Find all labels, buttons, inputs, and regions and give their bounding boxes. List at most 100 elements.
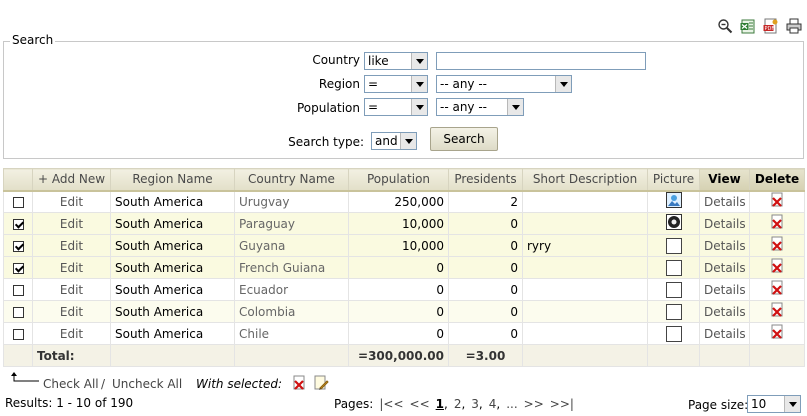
page-4-link[interactable]: 4 xyxy=(489,397,497,411)
edit-link[interactable]: Edit xyxy=(32,212,111,235)
edit-link[interactable]: Edit xyxy=(32,256,111,279)
pdf-export-icon[interactable]: PDF xyxy=(762,17,780,35)
next-page-link[interactable]: >> xyxy=(524,397,544,411)
add-new-button[interactable]: + Add New xyxy=(32,168,111,192)
country-cell: Ecuador xyxy=(234,278,349,301)
selection-arrow-icon xyxy=(11,372,39,382)
page-size-select[interactable]: 10 xyxy=(747,395,801,413)
region-operator-select[interactable]: = xyxy=(364,75,428,93)
chevron-down-icon xyxy=(411,53,427,69)
delete-selected-icon[interactable] xyxy=(291,375,307,394)
description-cell xyxy=(522,278,648,301)
edit-selected-icon[interactable] xyxy=(313,375,329,394)
presidents-cell: 0 xyxy=(448,212,523,235)
region-value-select[interactable]: -- any -- xyxy=(436,75,572,93)
presidents-cell: 0 xyxy=(448,256,523,279)
print-icon[interactable] xyxy=(785,17,803,35)
description-cell xyxy=(522,300,648,323)
population-cell: 0 xyxy=(348,256,449,279)
picture-placeholder[interactable] xyxy=(665,259,682,276)
row-checkbox[interactable] xyxy=(12,262,24,274)
edit-link[interactable]: Edit xyxy=(32,234,111,257)
presidents-header[interactable]: Presidents xyxy=(448,168,523,192)
population-header[interactable]: Population xyxy=(348,168,449,192)
delete-row-icon[interactable] xyxy=(769,302,785,321)
check-separator: / xyxy=(101,377,106,391)
search-button[interactable]: Search xyxy=(430,127,498,151)
pagination: Pages: |<< << 1, 2, 3, 4, ... >> >>| xyxy=(334,397,574,411)
population-cell: 0 xyxy=(348,278,449,301)
details-link[interactable]: Details xyxy=(699,190,750,213)
totals-row: Total: =300,000.00 =3.00 xyxy=(3,344,805,367)
first-page-link[interactable]: |<< xyxy=(379,397,403,411)
population-label: Population xyxy=(296,101,360,115)
row-checkbox[interactable] xyxy=(12,306,24,318)
picture-thumbnail-icon[interactable] xyxy=(665,214,682,233)
population-value-select[interactable]: -- any -- xyxy=(436,98,524,116)
delete-row-icon[interactable] xyxy=(769,258,785,277)
select-column-header xyxy=(3,168,33,192)
excel-export-icon[interactable] xyxy=(739,17,757,35)
details-link[interactable]: Details xyxy=(699,212,750,235)
delete-row-icon[interactable] xyxy=(769,214,785,233)
picture-header[interactable]: Picture xyxy=(647,168,700,192)
more-pages-link[interactable]: ... xyxy=(506,397,517,411)
region-name-header[interactable]: Region Name xyxy=(110,168,235,192)
row-checkbox[interactable] xyxy=(12,240,24,252)
page-2-link[interactable]: 2 xyxy=(454,397,462,411)
country-cell: Colombia xyxy=(234,300,349,323)
short-description-header[interactable]: Short Description xyxy=(522,168,648,192)
check-all-link[interactable]: Check All xyxy=(43,377,99,391)
region-cell: South America xyxy=(110,212,235,235)
picture-thumbnail-icon[interactable] xyxy=(665,192,682,211)
country-operator-select[interactable]: like xyxy=(364,52,428,70)
row-checkbox[interactable] xyxy=(12,196,24,208)
row-checkbox[interactable] xyxy=(12,284,24,296)
page-3-link[interactable]: 3 xyxy=(471,397,479,411)
view-header: View xyxy=(699,168,750,192)
details-link[interactable]: Details xyxy=(699,256,750,279)
chevron-down-icon xyxy=(411,76,427,92)
delete-row-icon[interactable] xyxy=(769,236,785,255)
edit-link[interactable]: Edit xyxy=(32,278,111,301)
row-checkbox[interactable] xyxy=(12,218,24,230)
search-type-select[interactable]: and xyxy=(371,132,417,150)
country-name-header[interactable]: Country Name xyxy=(234,168,349,192)
picture-placeholder[interactable] xyxy=(665,237,682,254)
table-row: Edit South America Paraguay 10,000 0 Details xyxy=(3,212,805,235)
edit-link[interactable]: Edit xyxy=(32,300,111,323)
uncheck-all-link[interactable]: Uncheck All xyxy=(112,377,182,391)
description-cell xyxy=(522,190,648,213)
picture-placeholder[interactable] xyxy=(665,303,682,320)
delete-row-icon[interactable] xyxy=(769,324,785,343)
country-label: Country xyxy=(312,53,360,67)
details-link[interactable]: Details xyxy=(699,234,750,257)
delete-row-icon[interactable] xyxy=(769,192,785,211)
description-cell xyxy=(522,256,648,279)
population-cell: 250,000 xyxy=(348,190,449,213)
picture-placeholder[interactable] xyxy=(665,281,682,298)
picture-placeholder[interactable] xyxy=(665,325,682,342)
details-link[interactable]: Details xyxy=(699,300,750,323)
country-cell: French Guiana xyxy=(234,256,349,279)
last-page-link[interactable]: >>| xyxy=(550,397,574,411)
details-link[interactable]: Details xyxy=(699,322,750,345)
country-cell: Paraguay xyxy=(234,212,349,235)
country-input[interactable] xyxy=(436,52,646,70)
delete-row-icon[interactable] xyxy=(769,280,785,299)
region-cell: South America xyxy=(110,190,235,213)
details-link[interactable]: Details xyxy=(699,278,750,301)
region-cell: South America xyxy=(110,278,235,301)
prev-page-link[interactable]: << xyxy=(410,397,430,411)
zoom-out-icon[interactable] xyxy=(716,17,734,35)
edit-link[interactable]: Edit xyxy=(32,322,111,345)
export-toolbar: PDF xyxy=(716,17,803,37)
row-checkbox[interactable] xyxy=(12,328,24,340)
totals-label: Total: xyxy=(32,344,111,367)
edit-link[interactable]: Edit xyxy=(32,190,111,213)
region-cell: South America xyxy=(110,256,235,279)
delete-header: Delete xyxy=(749,168,805,192)
population-cell: 10,000 xyxy=(348,234,449,257)
population-operator-select[interactable]: = xyxy=(364,98,428,116)
total-population: =300,000.00 xyxy=(348,344,449,367)
